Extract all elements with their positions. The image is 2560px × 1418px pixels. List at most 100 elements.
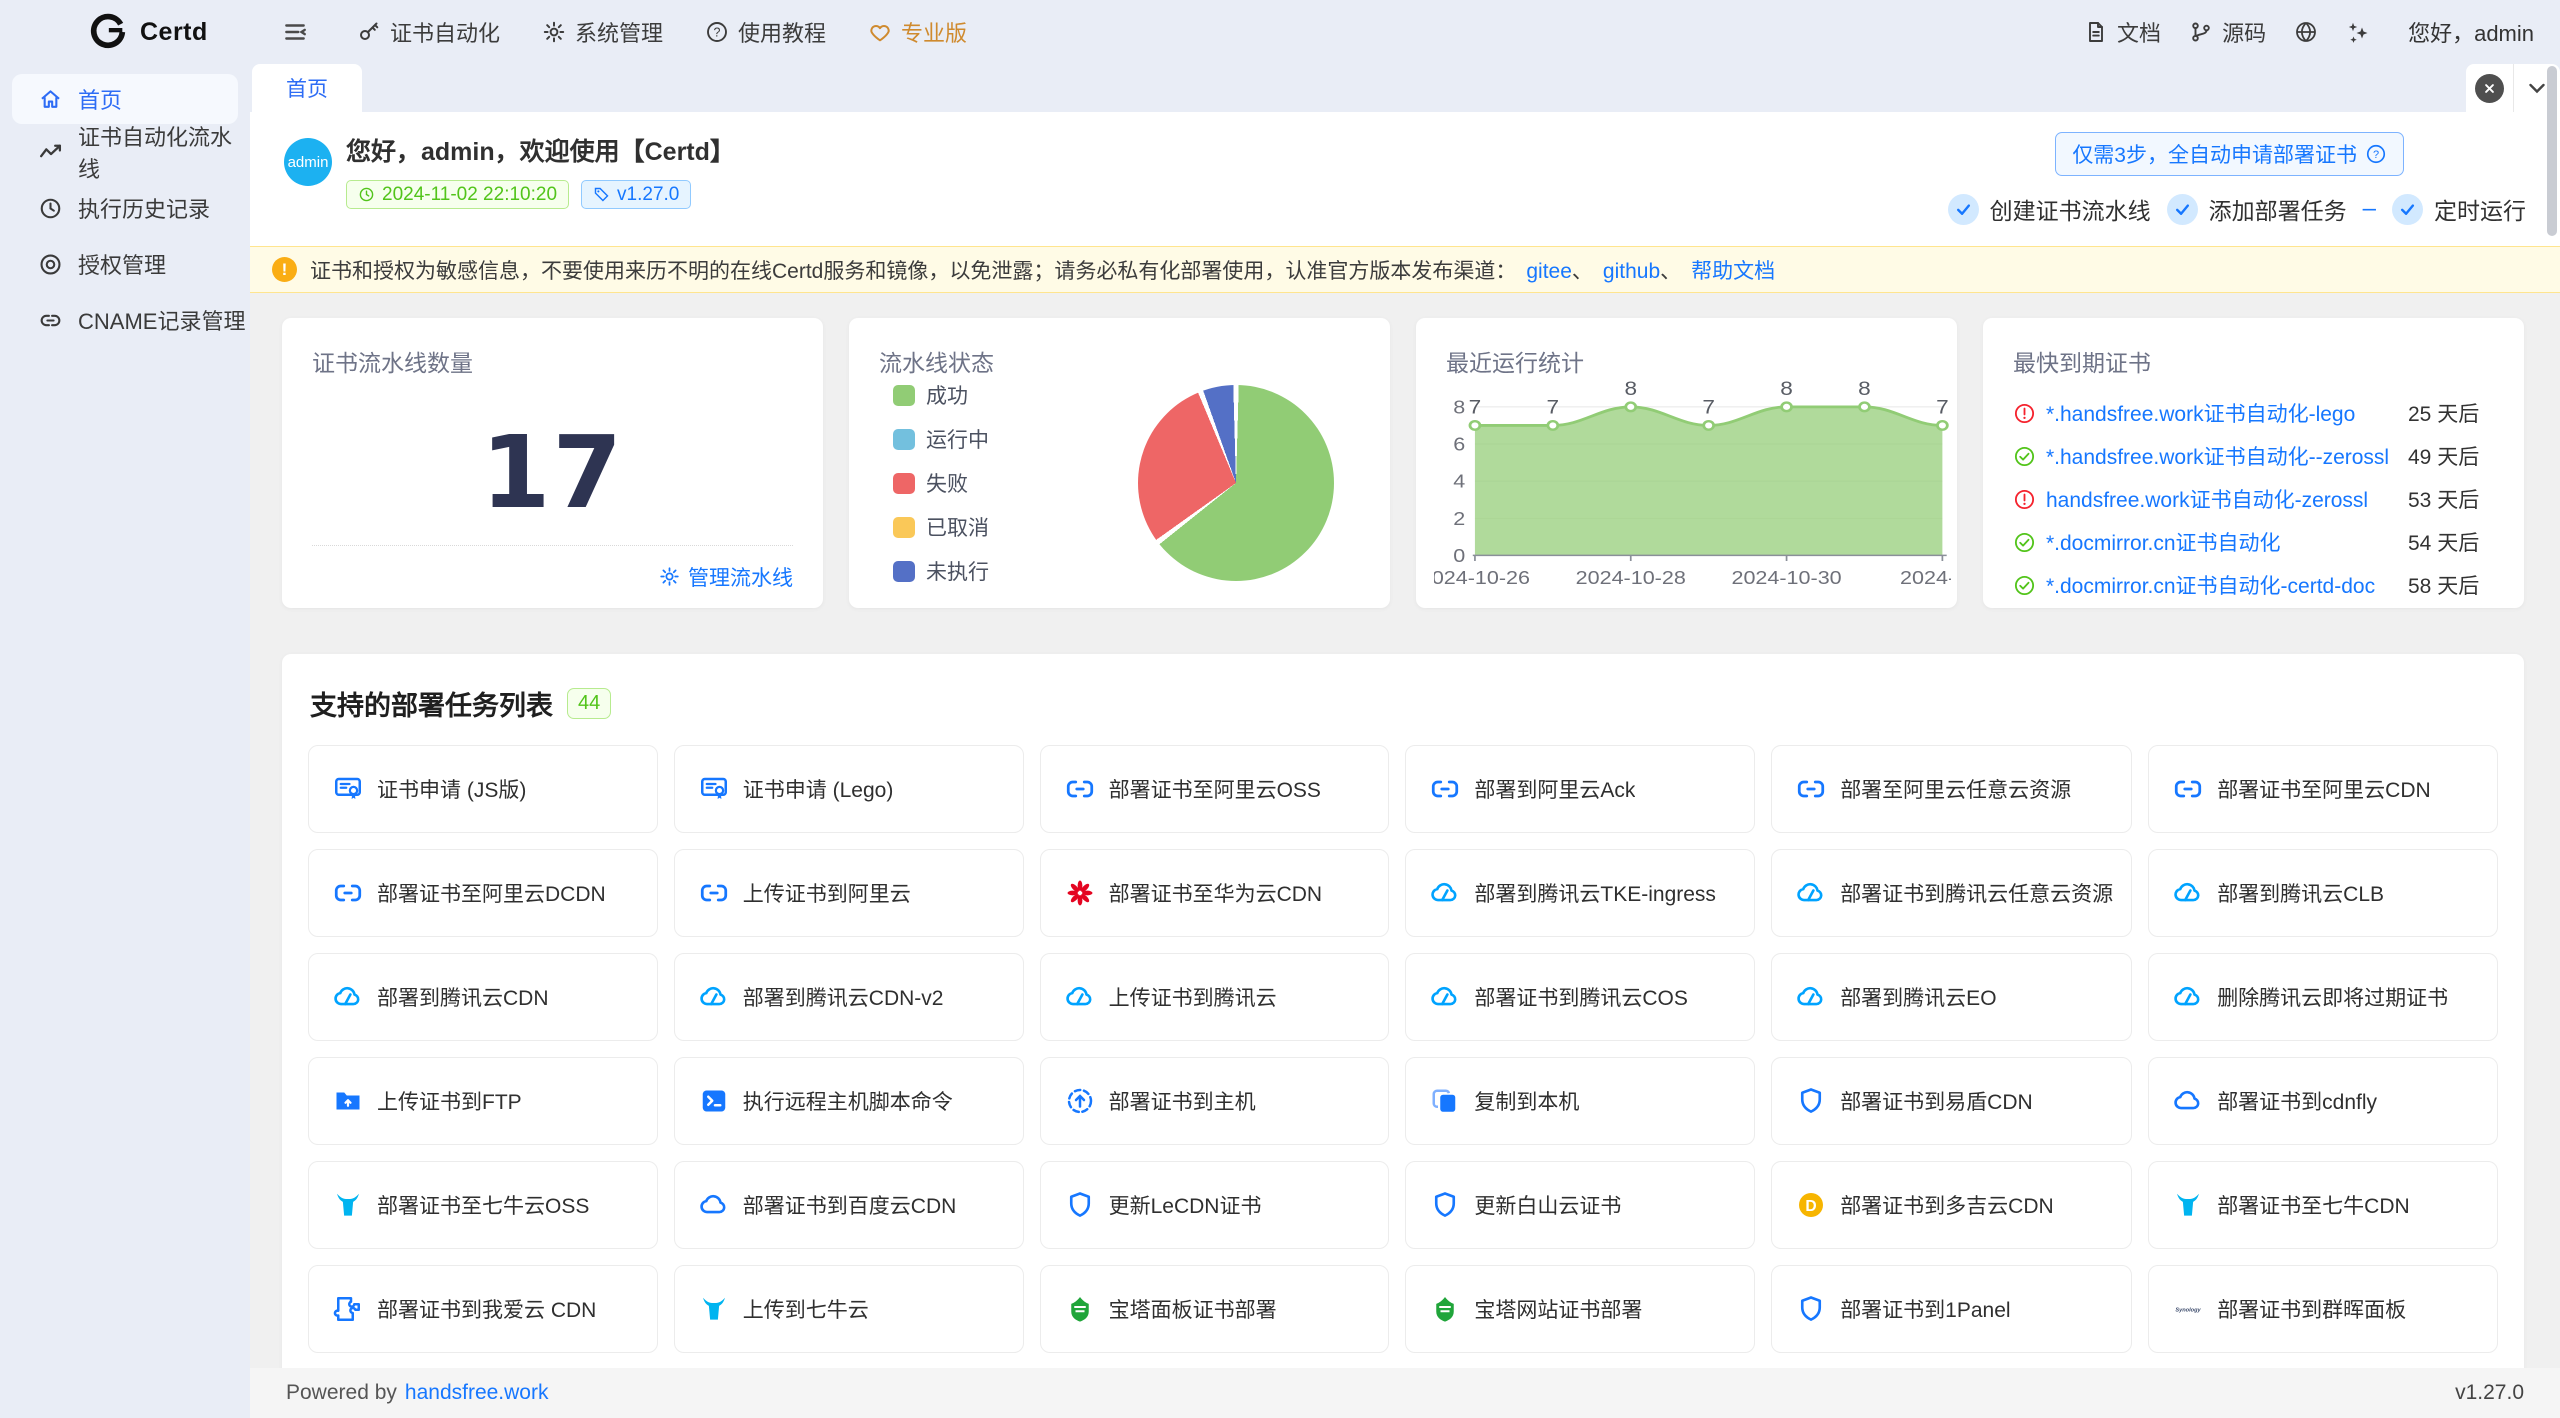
setup-step-2[interactable]: 添加部署任务 xyxy=(2167,192,2347,226)
task-card[interactable]: 部署到腾讯云CLB xyxy=(2148,849,2498,937)
task-card[interactable]: 部署证书到主机 xyxy=(1040,1057,1390,1145)
days-left: 54 天后 xyxy=(2408,527,2494,557)
task-card[interactable]: 部署到阿里云Ack xyxy=(1405,745,1755,833)
legend-item-0: 成功 xyxy=(893,380,989,410)
link-icon xyxy=(38,308,63,333)
task-card[interactable]: 部署证书至阿里云DCDN xyxy=(308,849,658,937)
cert-link[interactable]: *.handsfree.work证书自动化--zerossl xyxy=(2046,441,2398,471)
task-card[interactable]: 上传到七牛云 xyxy=(674,1265,1024,1353)
cert-link[interactable]: *.handsfree.work证书自动化-lego xyxy=(2046,398,2398,428)
scrollbar-thumb[interactable] xyxy=(2547,66,2557,236)
setup-step-3[interactable]: 定时运行 xyxy=(2392,192,2526,226)
ftp-icon xyxy=(333,1086,363,1116)
task-card[interactable]: 部署到腾讯云EO xyxy=(1771,953,2132,1041)
task-label: 部署证书到腾讯云任意云资源 xyxy=(1840,878,2113,908)
task-card[interactable]: 部署证书到腾讯云COS xyxy=(1405,953,1755,1041)
nav-item-pro[interactable]: 专业版 xyxy=(847,0,988,64)
legend-item-1: 运行中 xyxy=(893,424,989,454)
task-card[interactable]: 部署证书到我爱云 CDN xyxy=(308,1265,658,1353)
nav-item-system[interactable]: 系统管理 xyxy=(521,0,684,64)
task-card[interactable]: 执行远程主机脚本命令 xyxy=(674,1057,1024,1145)
aliyun-icon xyxy=(1796,774,1826,804)
sidebar-collapse-icon[interactable] xyxy=(282,19,308,45)
task-card[interactable]: Synology部署证书到群晖面板 xyxy=(2148,1265,2498,1353)
sidebar-item-cname[interactable]: CNAME记录管理 xyxy=(0,292,250,348)
cert-link[interactable]: *.docmirror.cn证书自动化 xyxy=(2046,527,2398,557)
task-card[interactable]: 部署至阿里云任意云资源 xyxy=(1771,745,2132,833)
tab-home[interactable]: 首页 xyxy=(252,64,362,112)
task-card[interactable]: 更新LeCDN证书 xyxy=(1040,1161,1390,1249)
sidebar-item-home[interactable]: 首页 xyxy=(12,74,238,124)
handsfree-link[interactable]: handsfree.work xyxy=(405,1381,549,1405)
gear-icon xyxy=(659,566,680,587)
pipeline-icon xyxy=(38,140,63,165)
task-card[interactable]: 上传证书到腾讯云 xyxy=(1040,953,1390,1041)
cert-link[interactable]: *.docmirror.cn证书自动化-certd-doc xyxy=(2046,570,2398,600)
task-card[interactable]: 部署证书至阿里云OSS xyxy=(1040,745,1390,833)
expiring-cert-row: *.handsfree.work证书自动化--zerossl49 天后 xyxy=(2013,441,2494,471)
cert-link[interactable]: handsfree.work证书自动化-zerossl xyxy=(2046,484,2398,514)
task-card[interactable]: 部署证书至阿里云CDN xyxy=(2148,745,2498,833)
task-card[interactable]: 部署证书至华为云CDN xyxy=(1040,849,1390,937)
task-label: 宝塔面板证书部署 xyxy=(1109,1294,1277,1324)
task-card[interactable]: 部署证书至七牛CDN xyxy=(2148,1161,2498,1249)
task-label: 删除腾讯云即将过期证书 xyxy=(2217,982,2448,1012)
task-label: 部署证书到我爱云 CDN xyxy=(377,1294,596,1324)
nav-item-tutorial[interactable]: ?使用教程 xyxy=(684,0,847,64)
nav-item-label: 证书自动化 xyxy=(390,16,500,48)
avatar[interactable]: admin xyxy=(284,138,332,186)
task-label: 证书申请 (JS版) xyxy=(377,774,526,804)
aliyun-icon xyxy=(1065,774,1095,804)
task-label: 部署到腾讯云EO xyxy=(1840,982,1996,1012)
svg-text:8: 8 xyxy=(1780,378,1793,399)
expiring-cert-row: handsfree.work证书自动化-zerossl53 天后 xyxy=(2013,484,2494,514)
sidebar-item-auth[interactable]: 授权管理 xyxy=(0,236,250,292)
task-card[interactable]: 部署到腾讯云TKE-ingress xyxy=(1405,849,1755,937)
svg-text:?: ? xyxy=(714,25,721,39)
main-content: admin 您好，admin，欢迎使用【Certd】 2024-11-02 22… xyxy=(250,112,2560,1368)
sidebar-item-history[interactable]: 执行历史记录 xyxy=(0,180,250,236)
task-card[interactable]: 部署证书到cdnfly xyxy=(2148,1057,2498,1145)
task-card[interactable]: 证书申请 (Lego) xyxy=(674,745,1024,833)
user-greeting[interactable]: 您好，admin xyxy=(2394,16,2534,48)
sidebar-item-label: 执行历史记录 xyxy=(78,192,210,224)
nav-item-cert-auto[interactable]: 证书自动化 xyxy=(336,0,521,64)
task-card[interactable]: 复制到本机 xyxy=(1405,1057,1755,1145)
three-steps-hint[interactable]: 仅需3步，全自动申请部署证书 ? xyxy=(2055,132,2404,176)
runs-area-chart: 0246877878872024-10-262024-10-282024-10-… xyxy=(1434,366,1951,600)
topbar-docs-button[interactable]: 文档 xyxy=(2070,16,2175,48)
task-card[interactable]: 更新白山云证书 xyxy=(1405,1161,1755,1249)
sidebar-item-pipelines[interactable]: 证书自动化流水线 xyxy=(0,124,250,180)
task-card[interactable]: 部署到腾讯云CDN xyxy=(308,953,658,1041)
task-card[interactable]: 上传证书到阿里云 xyxy=(674,849,1024,937)
task-card[interactable]: 部署证书到腾讯云任意云资源 xyxy=(1771,849,2132,937)
task-label: 部署证书到腾讯云COS xyxy=(1474,982,1688,1012)
nav-item-label: 系统管理 xyxy=(575,16,663,48)
topbar-theme-button[interactable] xyxy=(2332,20,2384,44)
tab-close-button[interactable] xyxy=(2466,64,2513,112)
setup-step-1[interactable]: 创建证书流水线 xyxy=(1948,192,2151,226)
task-card[interactable]: 宝塔面板证书部署 xyxy=(1040,1265,1390,1353)
task-card[interactable]: 证书申请 (JS版) xyxy=(308,745,658,833)
target-icon xyxy=(38,252,63,277)
task-card[interactable]: 部署证书到1Panel xyxy=(1771,1265,2132,1353)
banner-link-gitee[interactable]: gitee xyxy=(1526,260,1572,283)
brand[interactable]: Certd xyxy=(0,12,250,52)
topbar-source-button[interactable]: 源码 xyxy=(2175,16,2280,48)
task-card[interactable]: D部署证书到多吉云CDN xyxy=(1771,1161,2132,1249)
manage-pipelines-link[interactable]: 管理流水线 xyxy=(659,562,793,592)
topbar-lang-button[interactable] xyxy=(2280,20,2332,44)
task-card[interactable]: 删除腾讯云即将过期证书 xyxy=(2148,953,2498,1041)
task-card[interactable]: 部署证书到百度云CDN xyxy=(674,1161,1024,1249)
banner-link-github[interactable]: github xyxy=(1603,260,1660,283)
task-card[interactable]: 上传证书到FTP xyxy=(308,1057,658,1145)
banner-link-帮助文档[interactable]: 帮助文档 xyxy=(1691,260,1775,283)
task-card[interactable]: 部署证书到易盾CDN xyxy=(1771,1057,2132,1145)
dashboard-cards: 证书流水线数量 17 管理流水线 流水线状态 成功运行中失败已取消未执行 最近运… xyxy=(282,318,2524,608)
task-card[interactable]: 部署证书至七牛云OSS xyxy=(308,1161,658,1249)
expiring-list: *.handsfree.work证书自动化-lego25 天后*.handsfr… xyxy=(2013,398,2494,600)
pipeline-status-title: 流水线状态 xyxy=(879,344,1360,378)
task-card[interactable]: 宝塔网站证书部署 xyxy=(1405,1265,1755,1353)
task-card[interactable]: 部署到腾讯云CDN-v2 xyxy=(674,953,1024,1041)
footer: Powered by handsfree.work v1.27.0 xyxy=(250,1368,2560,1418)
